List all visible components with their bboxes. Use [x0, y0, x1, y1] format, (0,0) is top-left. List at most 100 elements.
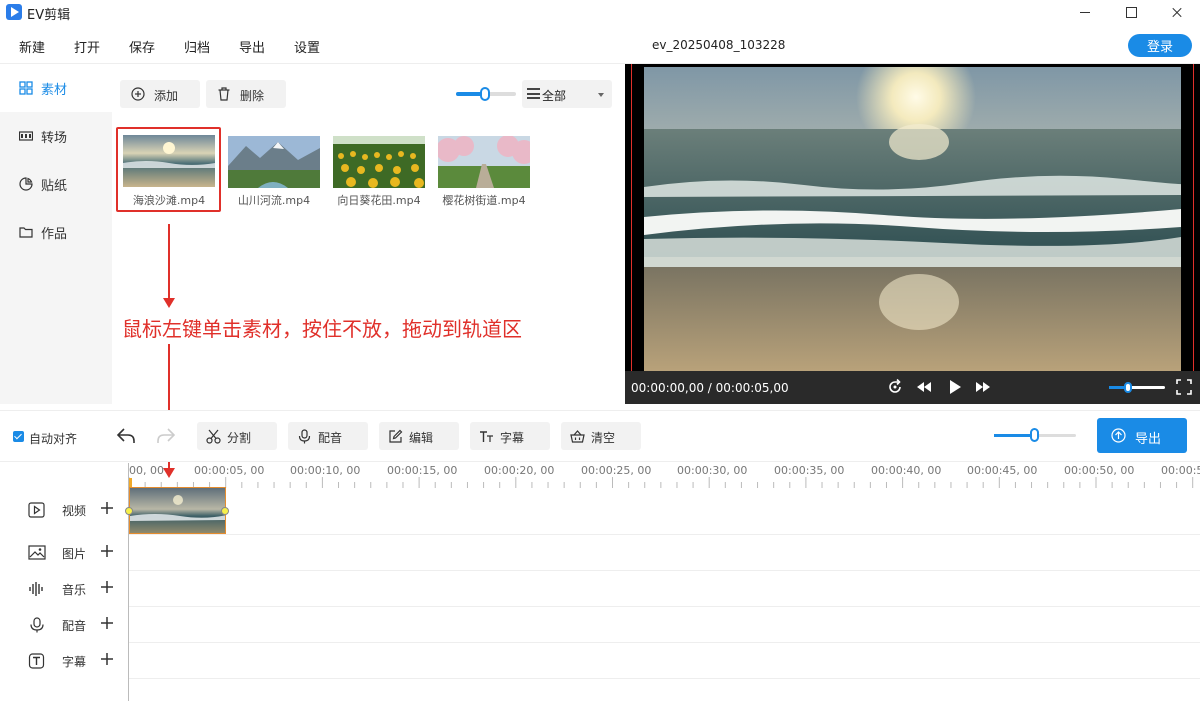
- media-item-label: 海浪沙滩.mp4: [132, 194, 206, 207]
- upload-icon: [1111, 428, 1126, 443]
- auto-align-label[interactable]: 自动对齐: [29, 430, 77, 447]
- sidebar-item-transition[interactable]: 转场: [0, 112, 112, 160]
- caret-down-icon: [598, 93, 604, 97]
- ruler-time-label: 00:00:30, 00: [677, 464, 748, 477]
- ruler-time-label: 00:00:20, 00: [484, 464, 555, 477]
- menu-settings[interactable]: 设置: [294, 37, 320, 56]
- clear-label: 清空: [591, 431, 616, 445]
- track-header-image: 图片: [0, 535, 128, 571]
- split-button[interactable]: 分割: [197, 422, 277, 450]
- menu-archive[interactable]: 归档: [184, 37, 210, 56]
- sidebar-item-media[interactable]: 素材: [0, 64, 112, 112]
- replay-icon[interactable]: [886, 378, 904, 396]
- project-name: ev_20250408_103228: [652, 38, 786, 52]
- clip-trim-handle-left[interactable]: [125, 507, 133, 515]
- track-separator: [128, 606, 1200, 607]
- voiceover-button[interactable]: 配音: [288, 422, 368, 450]
- scissors-icon: [206, 429, 221, 444]
- image-icon: [28, 545, 46, 560]
- preview-boundary-left: [631, 64, 632, 371]
- menu-export[interactable]: 导出: [239, 37, 265, 56]
- plus-icon[interactable]: [99, 651, 115, 667]
- sidebar-item-label: 作品: [41, 226, 68, 242]
- clear-button[interactable]: 清空: [561, 422, 641, 450]
- edit-icon: [389, 429, 403, 443]
- rewind-icon[interactable]: [915, 378, 933, 396]
- film-icon: [19, 131, 33, 141]
- login-button[interactable]: 登录: [1128, 34, 1192, 57]
- track-header-text: 字幕: [0, 643, 128, 679]
- playhead-marker[interactable]: [129, 478, 132, 487]
- ruler-time-label: 00:00:40, 00: [871, 464, 942, 477]
- sidebar-item-sticker[interactable]: 贴纸: [0, 160, 112, 208]
- title-bar: EV剪辑: [0, 0, 1200, 24]
- timeline-zoom-slider[interactable]: [994, 428, 1076, 442]
- track-label: 字幕: [62, 655, 87, 669]
- preview-frame-image: [644, 67, 1181, 372]
- menu-open[interactable]: 打开: [74, 37, 100, 56]
- track-label: 图片: [62, 547, 87, 561]
- menu-save[interactable]: 保存: [129, 37, 155, 56]
- minimize-button[interactable]: [1062, 0, 1108, 24]
- timeline-ruler[interactable]: 00, 00 00:00:05, 00 00:00:10, 00 00:00:15, …: [128, 463, 1200, 488]
- basket-icon: [570, 430, 585, 443]
- media-filter-dropdown[interactable]: 全部: [522, 80, 612, 108]
- delete-media-button[interactable]: 删除: [206, 80, 286, 108]
- plus-icon[interactable]: [99, 500, 115, 516]
- auto-align-checkbox[interactable]: [13, 431, 24, 442]
- plus-icon[interactable]: [99, 615, 115, 631]
- trash-icon: [218, 87, 230, 101]
- thumbnail-mountain[interactable]: [228, 136, 320, 188]
- redo-icon[interactable]: [156, 427, 176, 445]
- video-clip[interactable]: [129, 487, 226, 534]
- voiceover-label: 配音: [318, 431, 343, 445]
- menu-new[interactable]: 新建: [19, 37, 45, 56]
- split-label: 分割: [227, 431, 252, 445]
- maximize-button[interactable]: [1108, 0, 1154, 24]
- add-media-button[interactable]: 添加: [120, 80, 200, 108]
- video-preview[interactable]: [625, 64, 1200, 404]
- preview-volume-slider[interactable]: [1109, 382, 1165, 393]
- track-label: 音乐: [62, 583, 87, 597]
- close-button[interactable]: [1154, 0, 1200, 24]
- subtitle-button[interactable]: 字幕: [470, 422, 550, 450]
- thumbnail-beach[interactable]: [123, 135, 215, 187]
- ruler-time-label: 00:00:10, 00: [290, 464, 361, 477]
- sidebar-item-works[interactable]: 作品: [0, 208, 112, 256]
- plus-icon[interactable]: [99, 579, 115, 595]
- media-item-label: 樱花树街道.mp4: [442, 194, 526, 207]
- ruler-time-label: 00:00:25, 00: [581, 464, 652, 477]
- annotation-arrow: [163, 224, 175, 308]
- thumbnail-cherry-blossom[interactable]: [438, 136, 530, 188]
- track-header-video: 视频: [0, 492, 128, 528]
- menu-bar: 新建 打开 保存 归档 导出 设置 ev_20250408_103228: [0, 26, 1200, 64]
- thumbnail-sunflower[interactable]: [333, 136, 425, 188]
- fullscreen-icon[interactable]: [1175, 378, 1193, 396]
- playback-controls: 00:00:00,00 / 00:00:05,00: [625, 371, 1200, 404]
- app-logo-icon: [6, 4, 22, 20]
- track-separator: [128, 642, 1200, 643]
- thumbnail-size-slider[interactable]: [456, 87, 516, 101]
- slider-handle[interactable]: [480, 87, 490, 101]
- slider-handle[interactable]: [1124, 382, 1132, 393]
- track-separator: [128, 534, 1200, 535]
- microphone-icon: [298, 429, 311, 444]
- add-circle-icon: [131, 87, 145, 101]
- sidebar: 素材 转场 贴纸 作品: [0, 64, 112, 404]
- text-size-icon: [480, 431, 493, 442]
- sidebar-item-label: 贴纸: [41, 178, 68, 194]
- sidebar-item-label: 转场: [41, 130, 68, 146]
- clip-trim-handle-right[interactable]: [221, 507, 229, 515]
- plus-icon[interactable]: [99, 543, 115, 559]
- export-button[interactable]: 导出: [1097, 418, 1187, 453]
- fast-forward-icon[interactable]: [974, 378, 992, 396]
- ruler-time-label: 00:00:55: [1161, 464, 1200, 477]
- track-header-music: 音乐: [0, 571, 128, 607]
- delete-media-label: 删除: [240, 89, 265, 103]
- play-icon[interactable]: [946, 378, 964, 396]
- preview-boundary-right: [1193, 64, 1194, 371]
- ruler-ticks: [128, 477, 1194, 488]
- slider-handle[interactable]: [1030, 428, 1039, 442]
- undo-icon[interactable]: [116, 427, 136, 445]
- edit-button[interactable]: 编辑: [379, 422, 459, 450]
